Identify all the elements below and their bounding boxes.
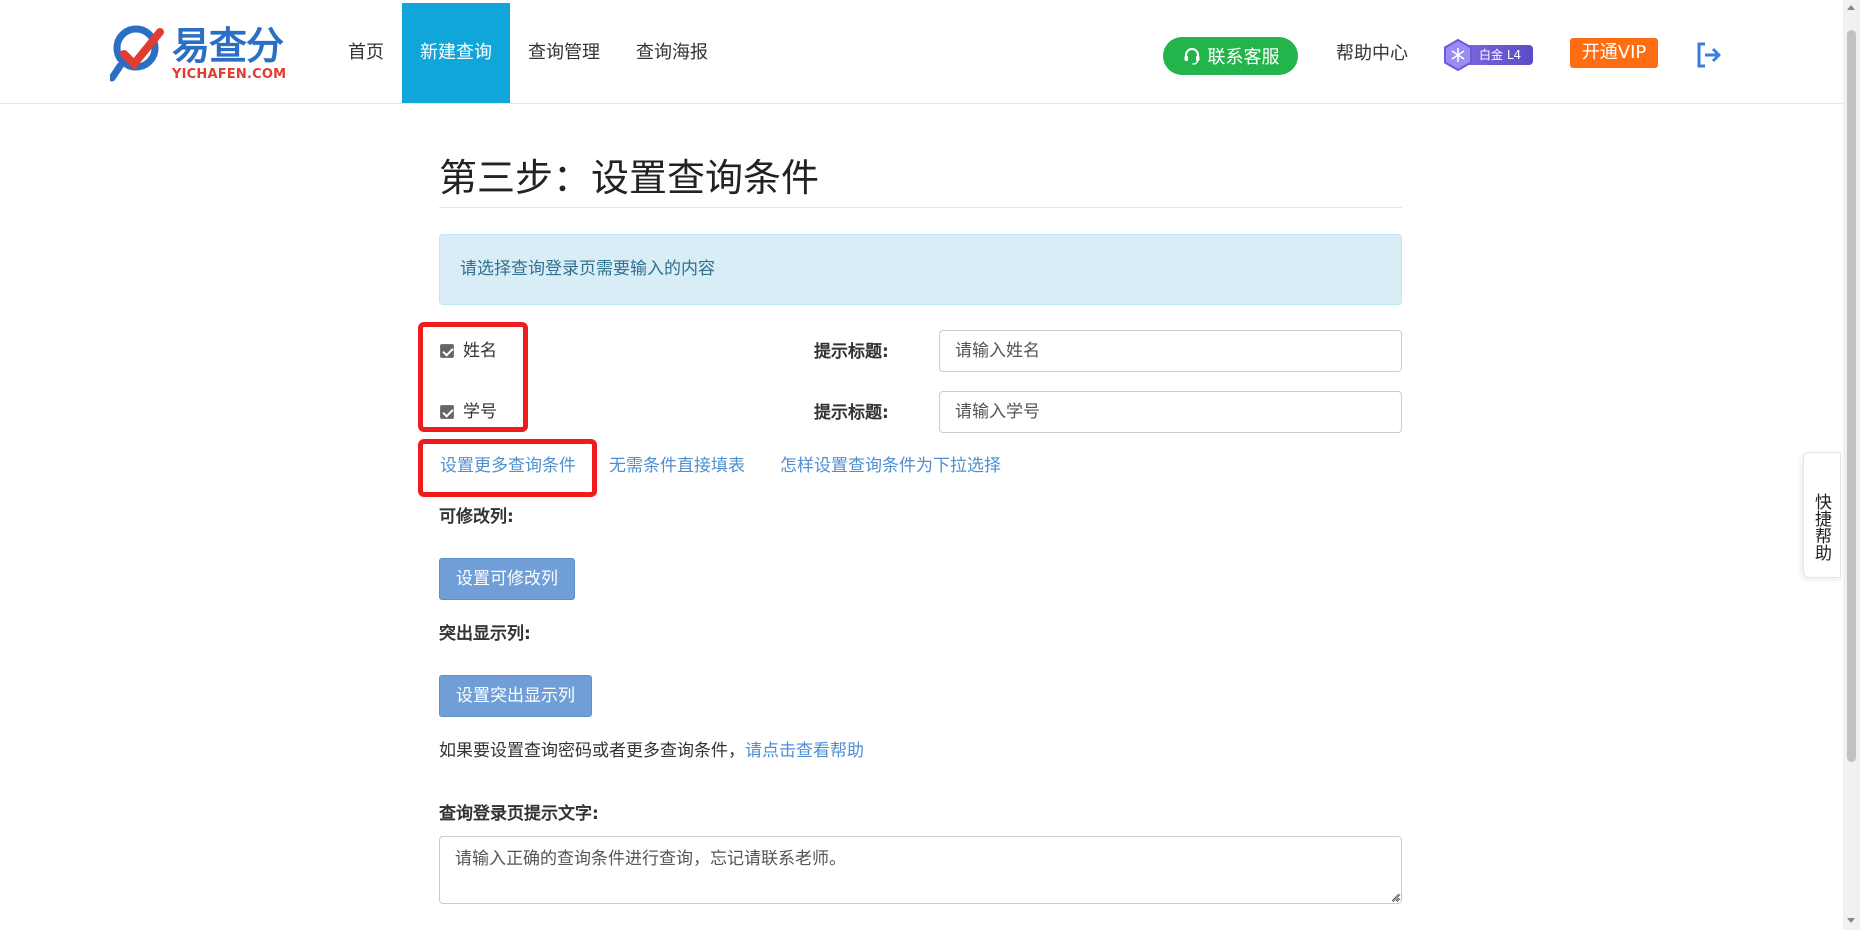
contact-service-label: 联系客服	[1207, 47, 1280, 68]
highlight-cols-label: 突出显示列:	[439, 624, 531, 644]
condition-row-name: 姓名 提示标题:	[439, 330, 1402, 372]
nav-new-query[interactable]: 新建查询	[402, 3, 510, 103]
logo-text-cn: 易查分	[172, 24, 284, 68]
hint-title-label-student-id: 提示标题:	[814, 403, 889, 423]
main-nav: 首页 新建查询 查询管理 查询海报	[330, 3, 726, 103]
login-tip-label: 查询登录页提示文字:	[439, 804, 599, 824]
scroll-up-icon[interactable]	[1847, 5, 1855, 10]
set-highlight-cols-button[interactable]: 设置突出显示列	[439, 675, 592, 717]
highlight-box-checkboxes	[418, 322, 528, 432]
diamond-level-icon	[1444, 39, 1472, 71]
member-level-badge[interactable]: 白金 L4	[1443, 39, 1533, 71]
headset-icon	[1184, 48, 1199, 65]
condition-row-student-id: 学号 提示标题:	[439, 391, 1402, 433]
page-scrollbar[interactable]	[1843, 0, 1860, 930]
scroll-down-icon[interactable]	[1847, 918, 1855, 923]
logo-text-en: YICHAFEN.COM	[172, 67, 287, 82]
help-center-link[interactable]: 帮助中心	[1336, 40, 1408, 68]
set-editable-cols-button[interactable]: 设置可修改列	[439, 558, 575, 600]
no-condition-fill-link[interactable]: 无需条件直接填表	[609, 453, 745, 479]
page-title: 第三步：设置查询条件	[439, 156, 820, 200]
more-conditions-note: 如果要设置查询密码或者更多查询条件，请点击查看帮助	[439, 738, 864, 764]
quick-help-tab[interactable]: 快捷帮助	[1803, 452, 1841, 578]
nav-home[interactable]: 首页	[330, 3, 402, 103]
more-note-text: 如果要设置查询密码或者更多查询条件，	[439, 741, 745, 761]
dropdown-condition-help-link[interactable]: 怎样设置查询条件为下拉选择	[780, 453, 1001, 479]
logout-icon[interactable]	[1696, 41, 1722, 69]
scrollbar-thumb[interactable]	[1847, 30, 1856, 762]
contact-service-button[interactable]: 联系客服	[1163, 37, 1298, 75]
login-tip-textarea[interactable]: 请输入正确的查询条件进行查询，忘记请联系老师。	[439, 836, 1402, 904]
view-help-link[interactable]: 请点击查看帮助	[745, 741, 864, 761]
hint-input-student-id[interactable]	[939, 391, 1402, 433]
nav-query-manage[interactable]: 查询管理	[510, 3, 618, 103]
top-header: 易查分 YICHAFEN.COM 首页 新建查询 查询管理 查询海报 联系客服 …	[0, 0, 1843, 104]
hint-input-name[interactable]	[939, 330, 1402, 372]
site-logo[interactable]: 易查分 YICHAFEN.COM	[110, 24, 290, 84]
highlight-box-more-conditions	[418, 439, 597, 497]
title-divider	[439, 207, 1402, 208]
logo-magnifier-icon	[110, 25, 164, 82]
editable-cols-label: 可修改列:	[439, 507, 514, 527]
info-alert: 请选择查询登录页需要输入的内容	[439, 234, 1402, 305]
resize-grip-icon[interactable]	[1390, 892, 1400, 902]
hint-title-label-name: 提示标题:	[814, 342, 889, 362]
nav-query-poster[interactable]: 查询海报	[618, 3, 726, 103]
open-vip-button[interactable]: 开通VIP	[1570, 38, 1658, 68]
